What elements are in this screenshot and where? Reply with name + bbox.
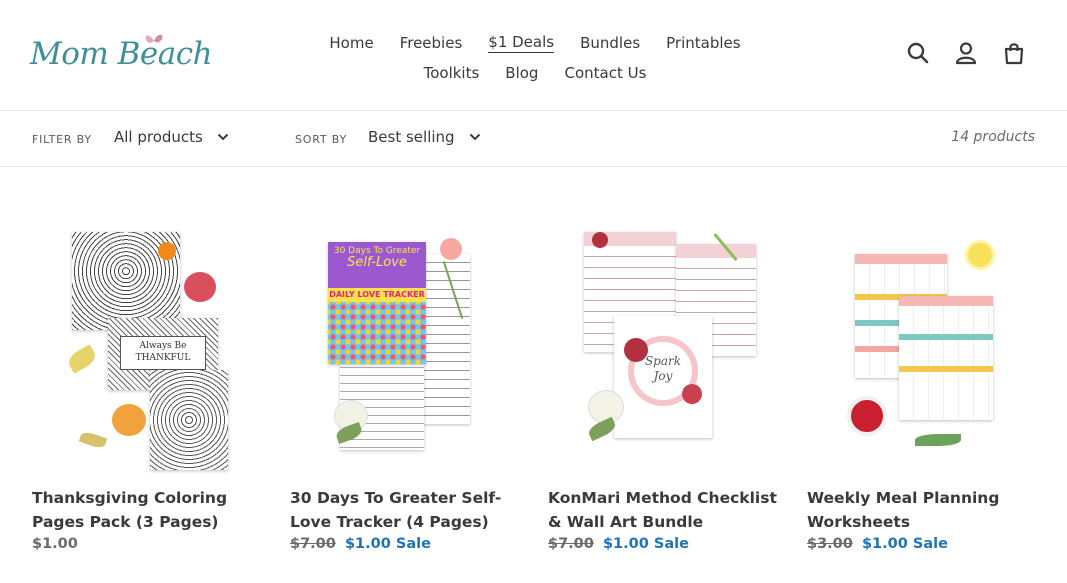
thankful-badge: Always Be THANKFUL bbox=[120, 336, 206, 370]
product-title-line: Weekly Meal Planning bbox=[807, 489, 1000, 507]
flower-decoration bbox=[682, 384, 702, 404]
product-title-line: Thanksgiving Coloring bbox=[32, 489, 228, 507]
strawberry-bowl-decoration bbox=[847, 396, 887, 436]
flower-decoration bbox=[158, 242, 176, 260]
product-title-line: & Wall Art Bundle bbox=[548, 513, 704, 531]
product-image-konmari-bundle[interactable]: Spark Joy bbox=[548, 220, 788, 475]
sort-by-label: SORT BY bbox=[295, 133, 347, 146]
product-image-self-love-tracker[interactable]: 30 Days To Greater Self-Love DAILY LOVE … bbox=[290, 220, 530, 475]
compare-at-price: $3.00 bbox=[807, 536, 853, 552]
flower-decoration bbox=[184, 272, 216, 302]
nav-link-bundles[interactable]: Bundles bbox=[580, 34, 640, 52]
search-icon[interactable] bbox=[905, 40, 931, 66]
header-icons bbox=[905, 40, 1027, 66]
product-title-line: Love Tracker (4 Pages) bbox=[290, 513, 489, 531]
chevron-down-icon bbox=[217, 133, 229, 141]
flower-decoration bbox=[592, 232, 608, 248]
sale-price: $1.00 bbox=[344, 536, 391, 552]
tracker-heading-2: Self-Love bbox=[347, 255, 407, 270]
sale-price: $1.00 bbox=[861, 536, 908, 552]
logo-text: Mom Beach bbox=[30, 36, 213, 72]
spark-joy-text-2: Joy bbox=[653, 369, 673, 383]
product-card[interactable]: 30 Days To Greater Self-Love DAILY LOVE … bbox=[290, 220, 530, 552]
chevron-down-icon bbox=[469, 133, 480, 141]
leaf-decoration bbox=[78, 429, 108, 451]
product-title-line: 30 Days To Greater Self- bbox=[290, 489, 502, 507]
product-card[interactable]: Always Be THANKFUL Thanksgiving Coloring… bbox=[32, 220, 272, 552]
site-header: Mom Beach Home Freebies $1 Deals Bundles… bbox=[0, 0, 1067, 111]
compare-at-price: $7.00 bbox=[548, 536, 594, 552]
product-price: $3.00 $1.00 Sale bbox=[807, 536, 948, 552]
product-title[interactable]: Weekly Meal Planning Worksheets bbox=[807, 486, 1047, 534]
product-title[interactable]: KonMari Method Checklist & Wall Art Bund… bbox=[548, 486, 788, 534]
cart-icon[interactable] bbox=[1001, 40, 1027, 66]
account-icon[interactable] bbox=[953, 40, 979, 66]
nav-link-home[interactable]: Home bbox=[329, 34, 373, 52]
product-title-line: Pages Pack (3 Pages) bbox=[32, 513, 219, 531]
product-title[interactable]: Thanksgiving Coloring Pages Pack (3 Page… bbox=[32, 486, 272, 534]
product-card[interactable]: Weekly Meal Planning Worksheets $3.00 $1… bbox=[807, 220, 1047, 552]
product-image-thanksgiving-coloring[interactable]: Always Be THANKFUL bbox=[32, 220, 272, 475]
product-title-line: Worksheets bbox=[807, 513, 911, 531]
product-card[interactable]: Spark Joy KonMari Method Checklist & Wal… bbox=[548, 220, 788, 552]
filter-select[interactable]: All products bbox=[114, 128, 229, 146]
filter-by-label: FILTER BY bbox=[32, 133, 92, 146]
product-title[interactable]: 30 Days To Greater Self- Love Tracker (4… bbox=[290, 486, 530, 534]
product-count: 14 products bbox=[951, 129, 1035, 145]
nav-row-1: Home Freebies $1 Deals Bundles Printable… bbox=[300, 28, 770, 58]
product-title-line: KonMari Method Checklist bbox=[548, 489, 777, 507]
leaf-decoration bbox=[586, 416, 618, 442]
product-price: $7.00 $1.00 Sale bbox=[290, 536, 431, 552]
leaf-decoration bbox=[65, 344, 99, 374]
leaf-decoration bbox=[915, 434, 961, 446]
product-price: $7.00 $1.00 Sale bbox=[548, 536, 689, 552]
flower-decoration bbox=[440, 238, 462, 260]
sale-label: Sale bbox=[912, 536, 948, 552]
nav-link-printables[interactable]: Printables bbox=[666, 34, 740, 52]
sort-select-value: Best selling bbox=[368, 128, 455, 146]
filter-select-value: All products bbox=[114, 128, 203, 146]
product-price: $1.00 bbox=[32, 536, 78, 552]
nav-link-dollar-deals[interactable]: $1 Deals bbox=[488, 33, 555, 53]
collection-filter-bar: FILTER BY All products SORT BY Best sell… bbox=[0, 111, 1067, 167]
nav-link-toolkits[interactable]: Toolkits bbox=[424, 64, 480, 82]
sale-price: $1.00 bbox=[602, 536, 649, 552]
lemon-decoration bbox=[965, 240, 995, 270]
sort-select[interactable]: Best selling bbox=[368, 128, 481, 146]
nav-link-contact-us[interactable]: Contact Us bbox=[564, 64, 646, 82]
tracker-heading-3: DAILY LOVE TRACKER bbox=[328, 288, 426, 302]
sale-label: Sale bbox=[395, 536, 431, 552]
sale-label: Sale bbox=[653, 536, 689, 552]
flower-decoration bbox=[112, 404, 146, 436]
site-logo[interactable]: Mom Beach bbox=[30, 26, 213, 86]
flower-decoration bbox=[624, 338, 648, 362]
nav-row-2: Toolkits Blog Contact Us bbox=[300, 58, 770, 88]
nav-link-freebies[interactable]: Freebies bbox=[400, 34, 463, 52]
main-nav: Home Freebies $1 Deals Bundles Printable… bbox=[300, 28, 770, 88]
butterfly-icon bbox=[145, 34, 163, 43]
regular-price: $1.00 bbox=[32, 536, 78, 552]
nav-link-blog[interactable]: Blog bbox=[505, 64, 538, 82]
product-image-meal-planning[interactable] bbox=[807, 220, 1047, 475]
compare-at-price: $7.00 bbox=[290, 536, 336, 552]
